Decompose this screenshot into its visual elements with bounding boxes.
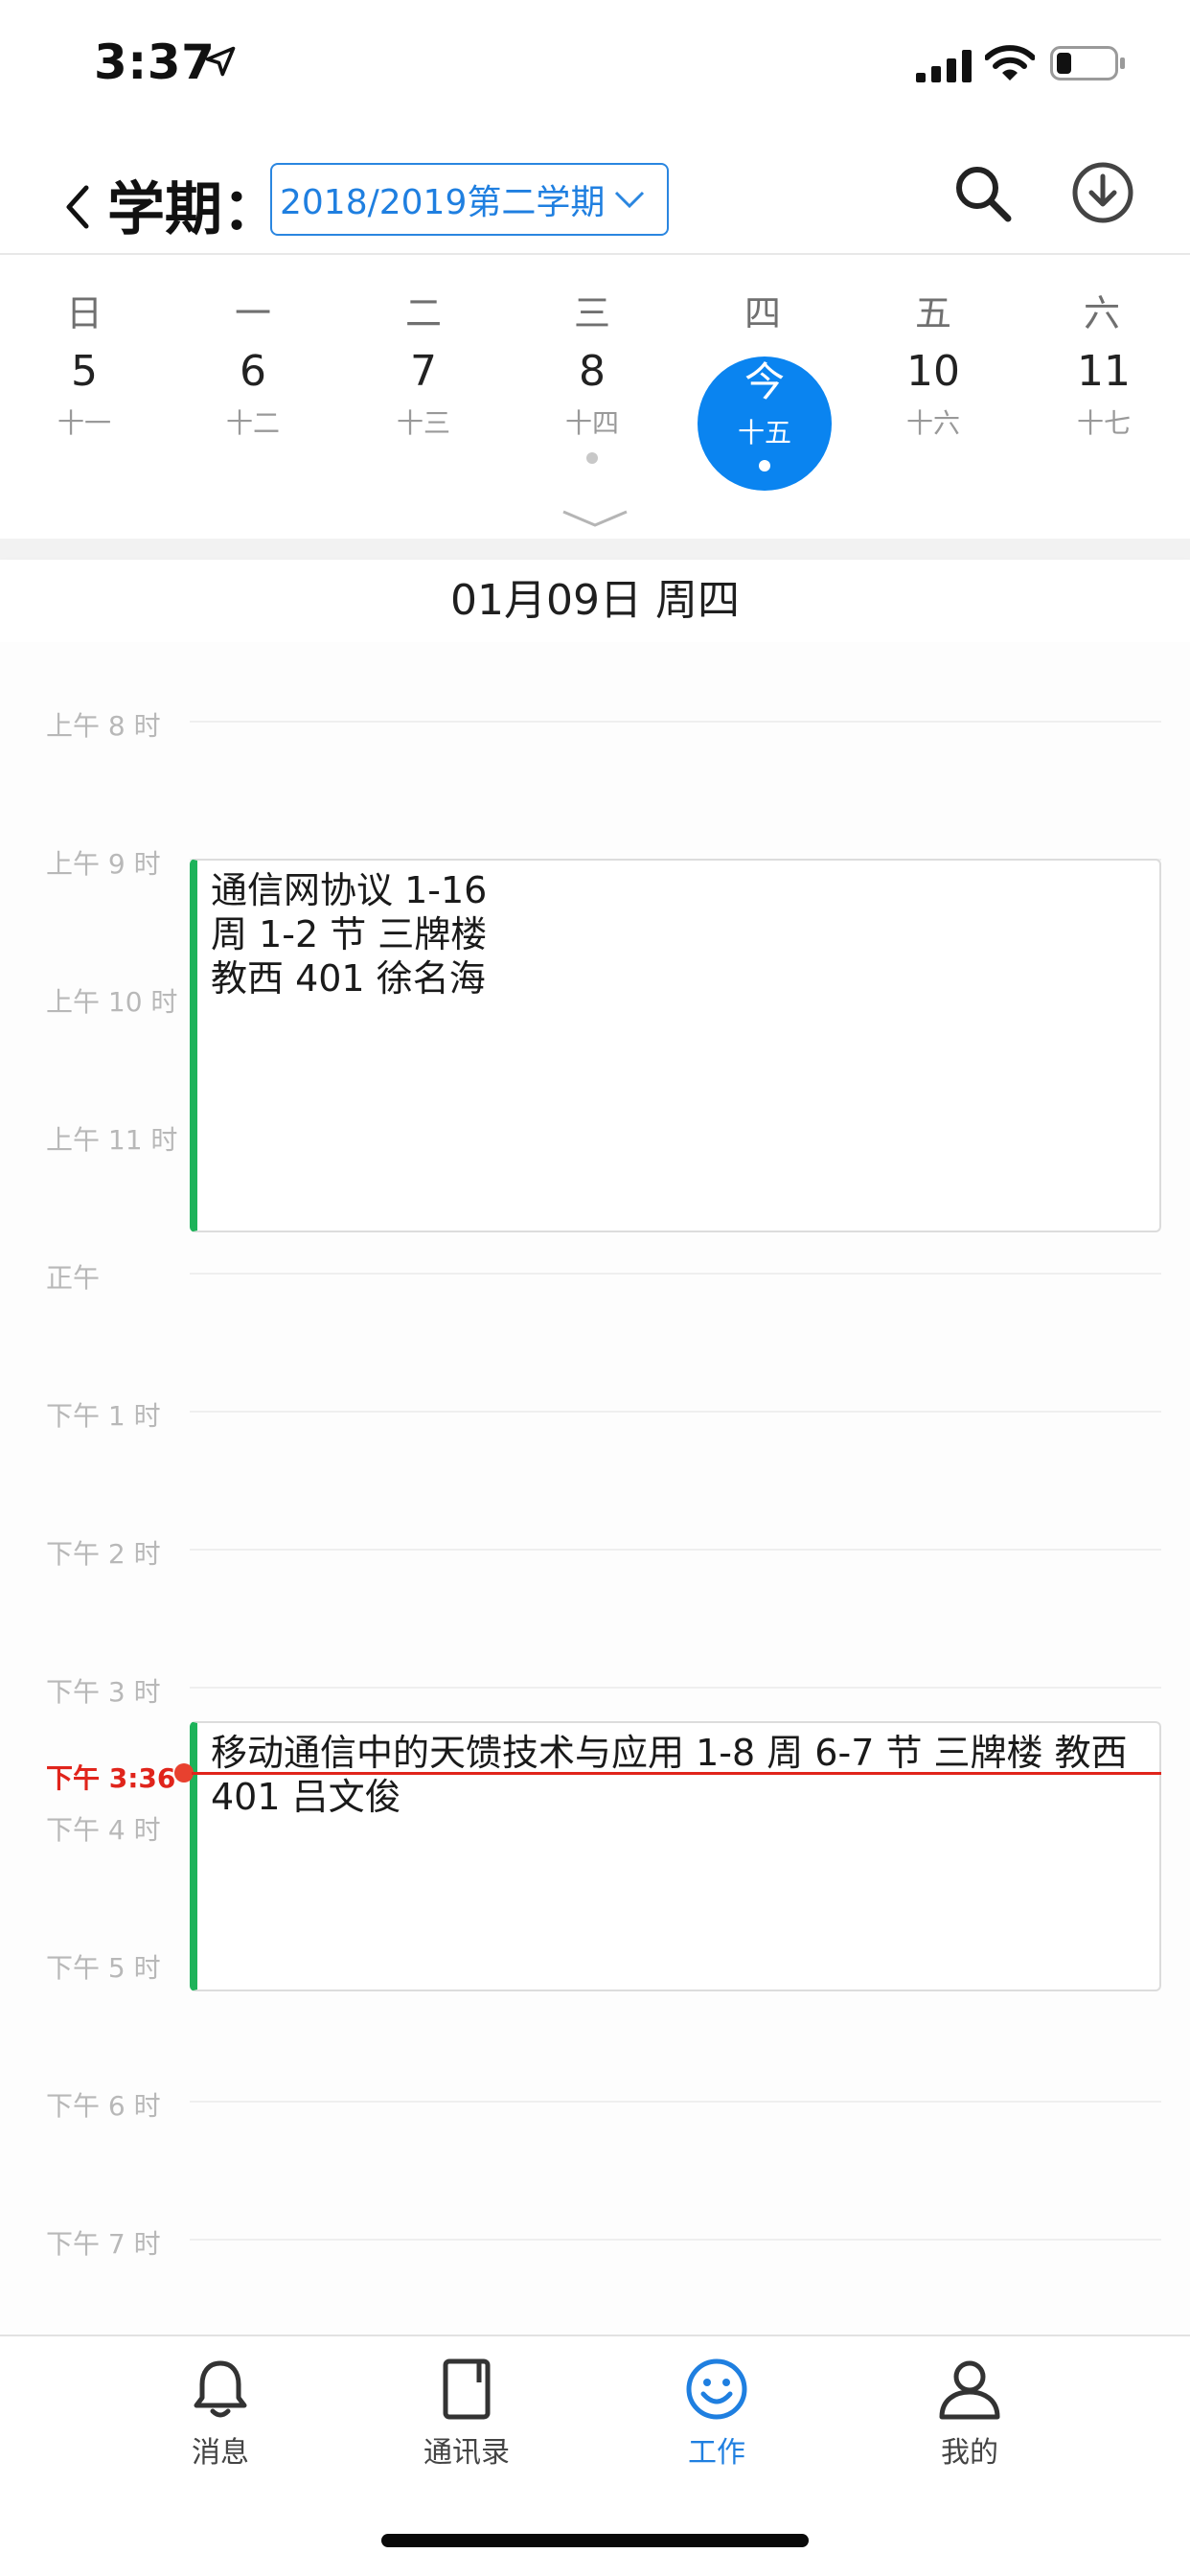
day-lunar: 十四 bbox=[564, 407, 619, 439]
chevron-left-icon[interactable] bbox=[63, 184, 92, 230]
course-event-card[interactable]: 通信网协议 1-16 周 1-2 节 三牌楼 教西 401 徐名海 bbox=[190, 859, 1161, 1232]
day-cell[interactable]: 10 十六 bbox=[866, 351, 1000, 441]
hour-label: 下午 2 时 bbox=[46, 1538, 161, 1570]
event-text-line: 通信网协议 1-16 bbox=[211, 869, 488, 911]
day-lunar: 十五 bbox=[737, 417, 791, 448]
section-separator bbox=[0, 539, 1190, 560]
event-text-line: 周 1-2 节 三牌楼 bbox=[211, 913, 488, 955]
day-number: 5 bbox=[71, 347, 98, 396]
day-lunar: 十二 bbox=[225, 407, 280, 439]
hour-gridline bbox=[190, 2101, 1161, 2103]
status-time: 3:37 bbox=[94, 34, 216, 90]
day-timeline: 上午 8 时 上午 9 时 上午 10 时 上午 11 时 正午 下午 1 时 … bbox=[0, 642, 1190, 2334]
weekday-sun: 日 bbox=[65, 292, 103, 334]
hour-gridline bbox=[190, 1549, 1161, 1551]
battery-icon bbox=[1050, 46, 1125, 80]
weekday-wed: 三 bbox=[573, 292, 610, 334]
current-time-line bbox=[192, 1772, 1161, 1775]
day-number: 6 bbox=[240, 347, 266, 396]
week-strip: 日 一 二 三 四 五 六 5 十一 6 十二 7 十三 8 十四 今 十五 1… bbox=[0, 255, 1190, 539]
day-number: 10 bbox=[906, 347, 960, 396]
hour-label: 下午 4 时 bbox=[46, 1814, 161, 1846]
hour-label: 下午 5 时 bbox=[46, 1952, 161, 1984]
expand-calendar-icon[interactable] bbox=[561, 508, 629, 529]
weekday-thu: 四 bbox=[744, 292, 781, 334]
page-title: 学期： bbox=[107, 176, 280, 243]
day-lunar: 十七 bbox=[1076, 407, 1131, 439]
event-text-line: 教西 401 徐名海 bbox=[211, 957, 486, 1000]
tab-label: 工作 bbox=[688, 2436, 745, 2470]
current-time-dot bbox=[174, 1763, 194, 1782]
cellular-signal-icon bbox=[916, 50, 972, 82]
home-indicator bbox=[381, 2534, 809, 2547]
term-dropdown[interactable]: 2018/2019第二学期 bbox=[270, 163, 669, 236]
event-text-line: 401 吕文俊 bbox=[211, 1776, 401, 1818]
day-cell[interactable]: 11 十七 bbox=[1037, 351, 1171, 441]
day-cell[interactable]: 6 十二 bbox=[186, 351, 320, 441]
day-cell[interactable]: 5 十一 bbox=[17, 351, 151, 441]
weekday-fri: 五 bbox=[914, 292, 951, 334]
event-dot bbox=[759, 460, 770, 472]
event-dot bbox=[586, 452, 598, 464]
hour-gridline bbox=[190, 2239, 1161, 2241]
tab-label: 我的 bbox=[941, 2436, 998, 2470]
hour-label: 下午 7 时 bbox=[46, 2228, 161, 2260]
tab-label: 消息 bbox=[192, 2436, 249, 2470]
tab-contacts[interactable]: 通讯录 bbox=[371, 2356, 562, 2471]
tab-label: 通讯录 bbox=[423, 2436, 510, 2470]
hour-label: 下午 3 时 bbox=[46, 1676, 161, 1708]
hour-label: 下午 1 时 bbox=[46, 1400, 161, 1432]
smiley-icon bbox=[686, 2358, 747, 2420]
event-text-line: 移动通信中的天馈技术与应用 1-8 周 6-7 节 三牌楼 教西 bbox=[211, 1732, 1128, 1774]
status-bar: 3:37 bbox=[0, 0, 1190, 134]
day-cell[interactable]: 8 十四 bbox=[525, 351, 659, 464]
hour-gridline bbox=[190, 1411, 1161, 1413]
day-lunar: 十六 bbox=[905, 407, 960, 439]
chevron-down-icon bbox=[615, 191, 645, 209]
day-lunar: 十一 bbox=[57, 407, 111, 439]
weekday-sat: 六 bbox=[1083, 292, 1120, 334]
location-arrow-icon bbox=[205, 46, 236, 77]
day-number: 8 bbox=[579, 347, 606, 396]
hour-gridline bbox=[190, 721, 1161, 723]
day-number: 今 bbox=[744, 358, 785, 405]
download-icon[interactable] bbox=[1071, 161, 1134, 224]
weekday-tue: 二 bbox=[404, 292, 442, 334]
hour-label: 上午 8 时 bbox=[46, 710, 161, 742]
current-time-label: 下午 3:36 bbox=[46, 1762, 176, 1794]
nav-bar: 学期： 2018/2019第二学期 bbox=[0, 153, 1190, 253]
term-dropdown-value: 2018/2019第二学期 bbox=[280, 183, 606, 222]
day-number: 11 bbox=[1077, 347, 1131, 396]
tab-profile[interactable]: 我的 bbox=[874, 2356, 1065, 2471]
day-number: 7 bbox=[410, 347, 437, 396]
contacts-book-icon bbox=[443, 2358, 491, 2420]
selected-date-bar: 01月09日 周四 bbox=[0, 560, 1190, 642]
bell-icon bbox=[194, 2360, 247, 2418]
day-cell[interactable]: 7 十三 bbox=[356, 351, 491, 441]
user-icon bbox=[939, 2360, 1000, 2420]
course-event-card[interactable]: 移动通信中的天馈技术与应用 1-8 周 6-7 节 三牌楼 教西 401 吕文俊 bbox=[190, 1721, 1161, 1991]
day-cell-today[interactable]: 今 十五 bbox=[698, 362, 832, 472]
hour-gridline bbox=[190, 1273, 1161, 1275]
hour-label: 正午 bbox=[46, 1262, 101, 1294]
day-lunar: 十三 bbox=[396, 407, 450, 439]
hour-label: 上午 11 时 bbox=[46, 1124, 178, 1156]
wifi-icon bbox=[985, 45, 1035, 80]
hour-label: 下午 6 时 bbox=[46, 2090, 161, 2122]
search-icon[interactable] bbox=[952, 163, 1014, 224]
hour-label: 上午 9 时 bbox=[46, 848, 161, 880]
tab-work[interactable]: 工作 bbox=[621, 2356, 812, 2471]
weekday-mon: 一 bbox=[234, 292, 271, 334]
hour-gridline bbox=[190, 1687, 1161, 1689]
hour-label: 上午 10 时 bbox=[46, 986, 178, 1018]
tab-messages[interactable]: 消息 bbox=[125, 2356, 316, 2471]
